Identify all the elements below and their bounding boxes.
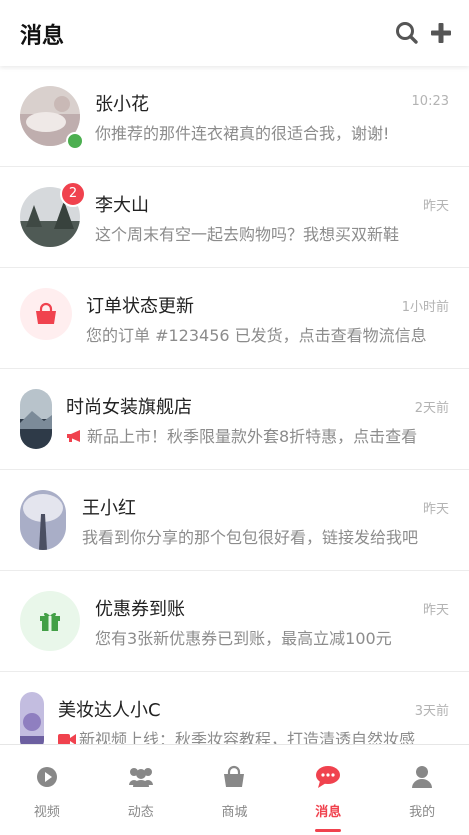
avatar — [20, 490, 66, 550]
active-tab-indicator — [315, 829, 342, 832]
message-item[interactable]: 2 李大山 昨天 这个周末有空一起去购物吗？我想买双新鞋 — [0, 167, 469, 268]
gift-icon — [40, 612, 60, 631]
tab-label: 商城 — [221, 805, 248, 820]
contact-name: 时尚女装旗舰店 — [66, 397, 192, 418]
preview-text: 新视频上线：秋季妆容教程，打造清透自然妆感 — [79, 730, 416, 744]
contact-name: 王小红 — [82, 498, 136, 519]
message-time: 昨天 — [422, 199, 449, 214]
message-preview: 新视频上线：秋季妆容教程，打造清透自然妆感 — [58, 726, 449, 744]
message-time: 昨天 — [422, 603, 449, 618]
page-title: 消息 — [20, 24, 65, 49]
order-icon-circle — [20, 288, 72, 340]
shopping-bag-icon — [36, 302, 56, 324]
avatar — [20, 692, 44, 744]
top-bar: 消息 — [0, 0, 469, 66]
tab-messages[interactable]: 消息 — [281, 745, 375, 835]
message-time: 10:23 — [411, 94, 449, 109]
add-icon[interactable] — [428, 20, 454, 46]
message-preview: 你推荐的那件连衣裙真的很适合我，谢谢! — [95, 124, 390, 143]
unread-badge: 2 — [60, 181, 86, 207]
tab-label: 动态 — [127, 805, 154, 820]
play-icon — [35, 765, 59, 793]
shopping-bag-icon — [222, 765, 246, 793]
avatar — [20, 389, 52, 449]
online-status-dot — [66, 132, 84, 150]
tab-mall[interactable]: 商城 — [188, 745, 282, 835]
preview-text: 新品上市！秋季限量款外套8折特惠，点击查看 — [87, 427, 418, 446]
message-item[interactable]: 美妆达人小C 3天前 新视频上线：秋季妆容教程，打造清透自然妆感 — [0, 672, 469, 744]
message-time: 昨天 — [422, 502, 449, 517]
message-item[interactable]: 订单状态更新 1小时前 您的订单 #123456 已发货，点击查看物流信息 — [0, 268, 469, 369]
message-preview: 您的订单 #123456 已发货，点击查看物流信息 — [86, 326, 427, 345]
message-preview: 这个周末有空一起去购物吗？我想买双新鞋 — [95, 225, 400, 244]
tab-feed[interactable]: 动态 — [94, 745, 188, 835]
message-item[interactable]: 张小花 10:23 你推荐的那件连衣裙真的很适合我，谢谢! — [0, 66, 469, 167]
tab-label: 消息 — [315, 805, 342, 820]
contact-name: 李大山 — [95, 195, 149, 216]
users-icon — [127, 765, 155, 793]
message-item[interactable]: 王小红 昨天 我看到你分享的那个包包很好看，链接发给我吧 — [0, 470, 469, 571]
coupon-icon-circle — [20, 591, 80, 651]
chat-icon — [315, 765, 341, 793]
tab-label: 视频 — [33, 805, 60, 820]
video-camera-icon — [58, 734, 76, 744]
message-time: 1小时前 — [401, 300, 449, 315]
contact-name: 优惠券到账 — [95, 599, 185, 620]
message-item[interactable]: 优惠券到账 昨天 您有3张新优惠券已到账，最高立减100元 — [0, 571, 469, 672]
tab-label: 我的 — [409, 805, 436, 820]
message-preview: 新品上市！秋季限量款外套8折特惠，点击查看 — [66, 423, 449, 447]
megaphone-icon — [67, 430, 80, 442]
contact-name: 订单状态更新 — [86, 296, 194, 317]
message-item[interactable]: 时尚女装旗舰店 2天前 新品上市！秋季限量款外套8折特惠，点击查看 — [0, 369, 469, 470]
contact-name: 张小花 — [95, 94, 149, 115]
message-list: 张小花 10:23 你推荐的那件连衣裙真的很适合我，谢谢! 2 李大山 昨天 这… — [0, 66, 469, 744]
tab-video[interactable]: 视频 — [0, 745, 94, 835]
message-time: 2天前 — [414, 401, 449, 416]
contact-name: 美妆达人小C — [58, 700, 161, 721]
message-preview: 您有3张新优惠券已到账，最高立减100元 — [95, 629, 392, 648]
bottom-tab-bar: 视频 动态 商城 消息 我的 — [0, 744, 469, 835]
search-icon[interactable] — [394, 20, 420, 46]
message-time: 3天前 — [414, 704, 449, 719]
message-preview: 我看到你分享的那个包包很好看，链接发给我吧 — [82, 528, 419, 547]
tab-profile[interactable]: 我的 — [375, 745, 469, 835]
user-icon — [411, 765, 433, 793]
